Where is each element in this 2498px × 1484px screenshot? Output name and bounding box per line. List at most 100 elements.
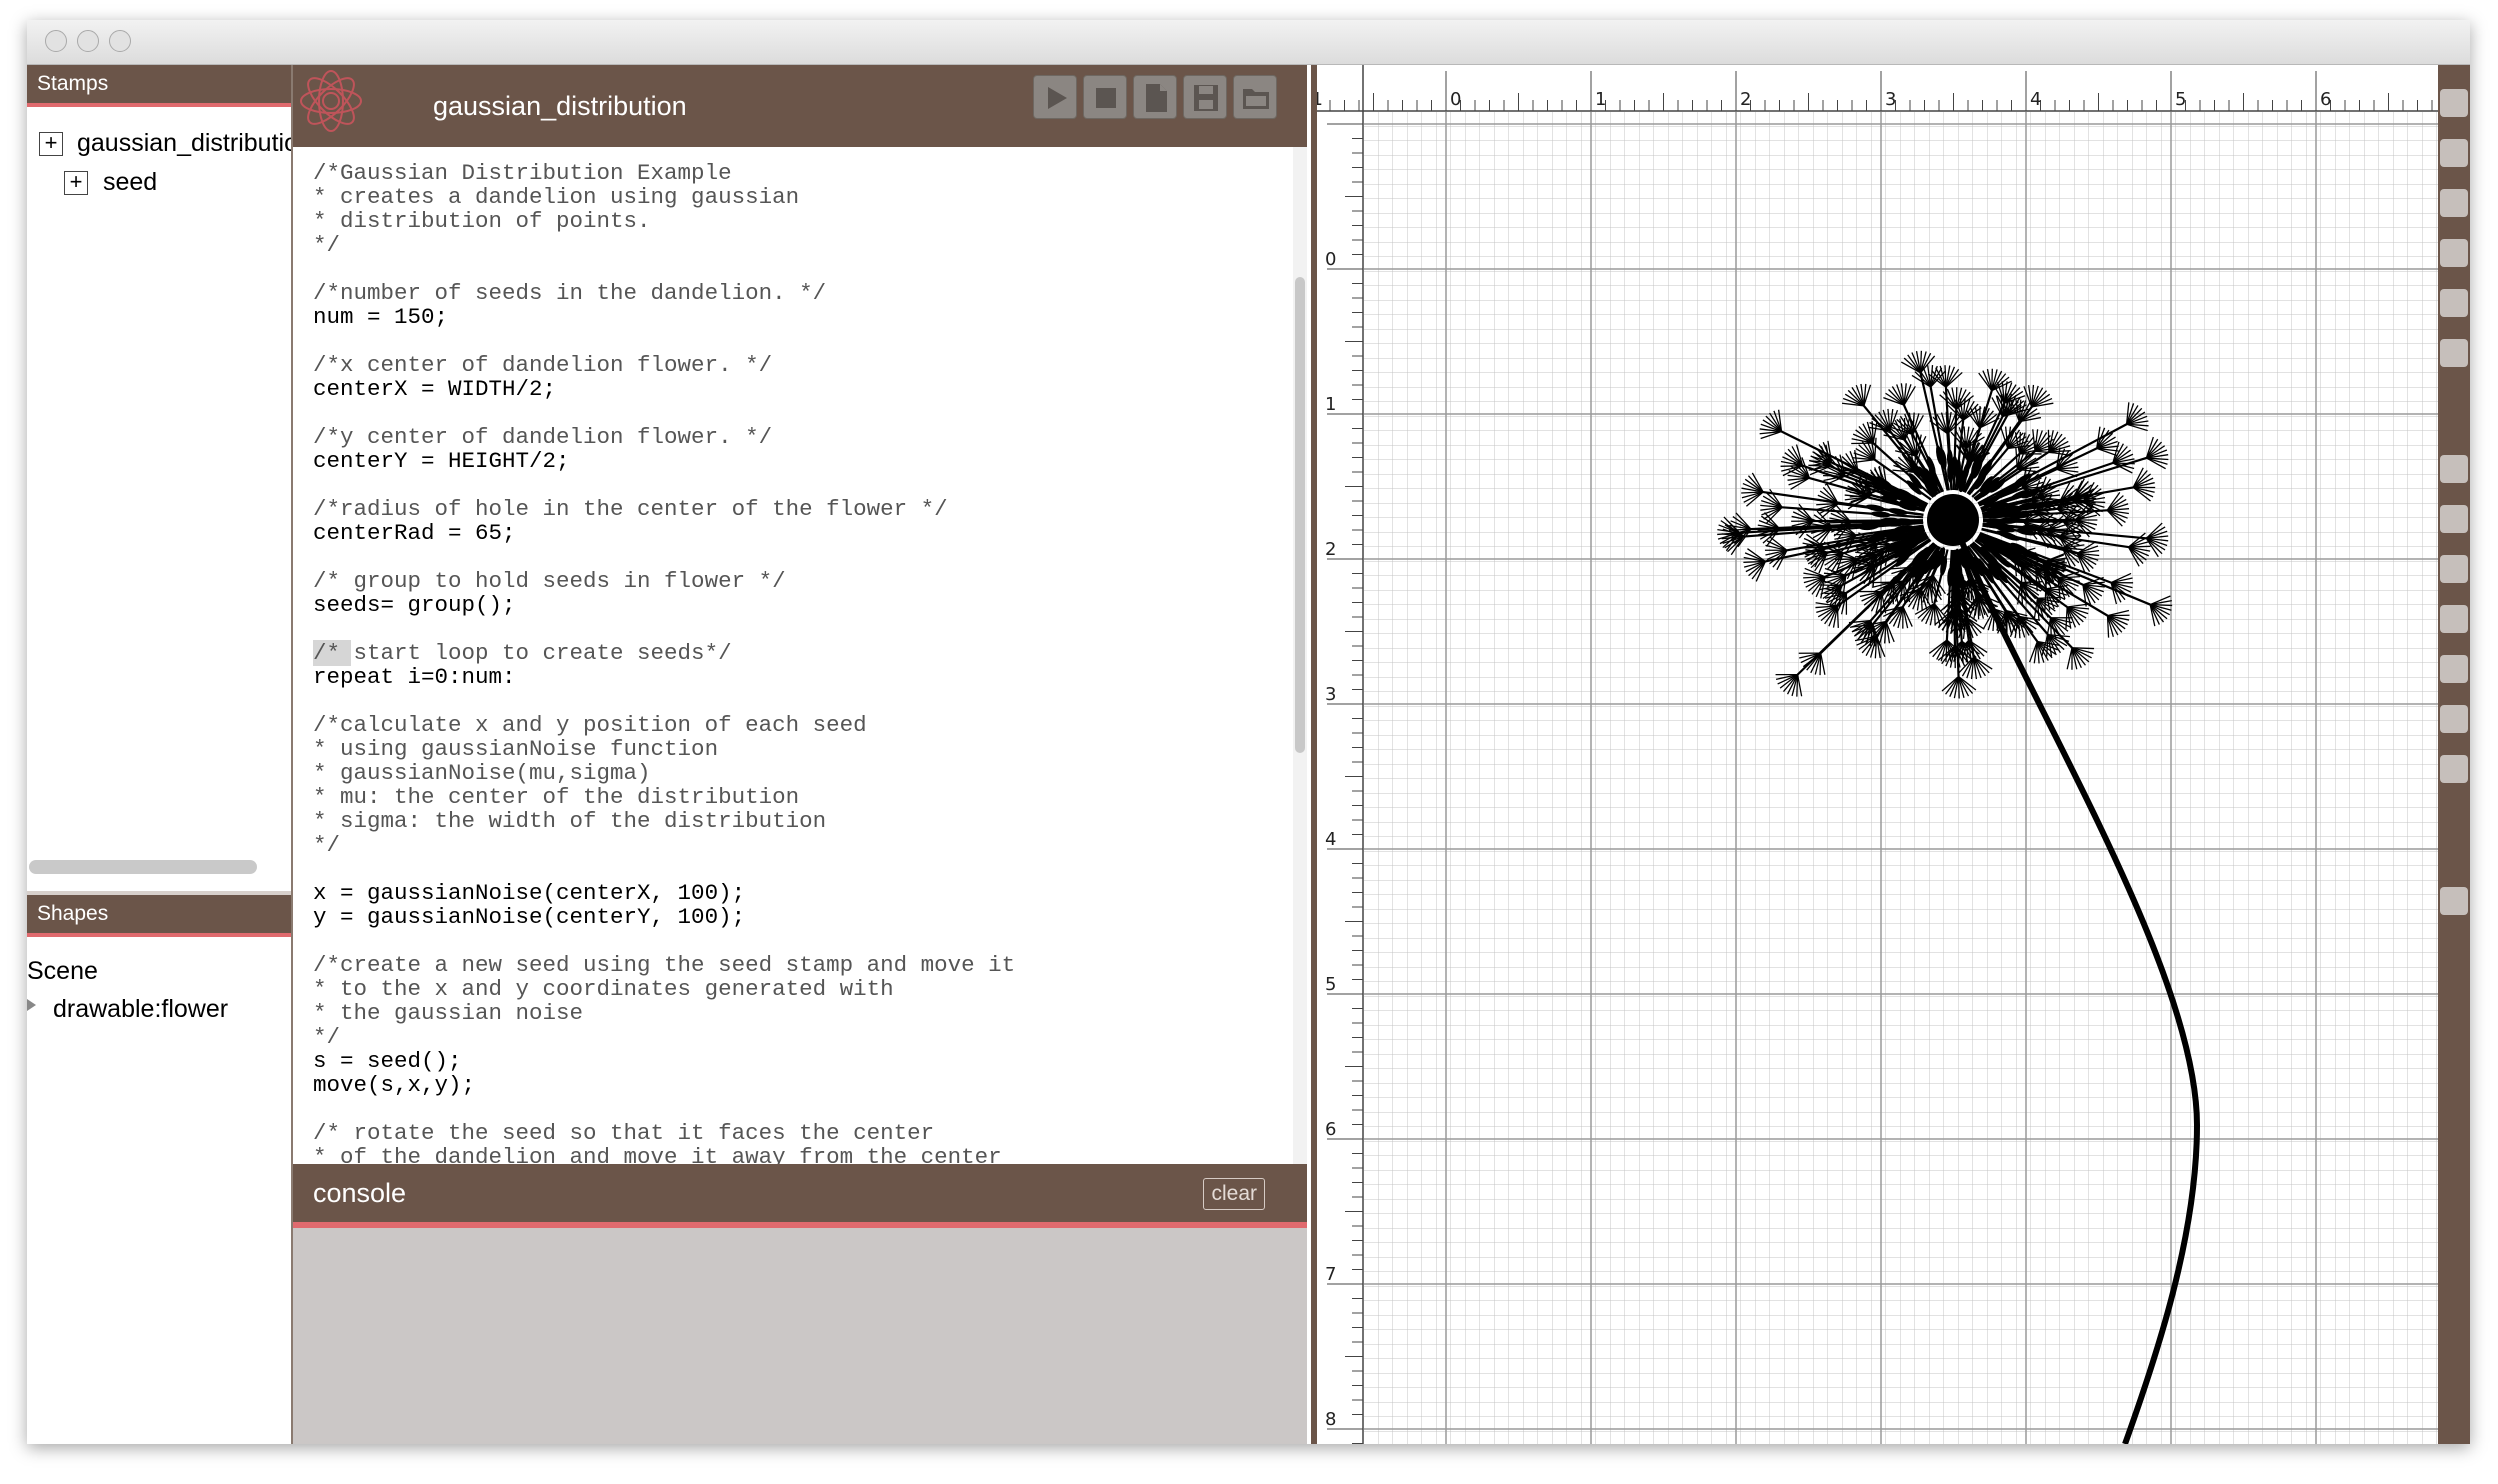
left-ruler-label: 6	[1325, 1119, 1336, 1140]
shape-item-drawable-flower[interactable]: drawable:flower	[53, 995, 228, 1024]
drawing-canvas[interactable]: -1 0 1 2 3 4 5 6 0 1 2 3 4 5 6 7 8	[1317, 65, 2438, 1444]
code-line[interactable]: */	[313, 1024, 340, 1050]
code-line[interactable]: /* start loop to create seeds*/	[313, 640, 732, 666]
play-icon	[1048, 87, 1067, 109]
scene-label: Scene	[27, 957, 98, 985]
code-text-area[interactable]: /*Gaussian Distribution Example * create…	[293, 147, 1293, 1164]
code-line[interactable]: /*y center of dandelion flower. */	[313, 424, 772, 450]
code-scroll-thumb[interactable]	[1295, 277, 1305, 753]
editor-header: gaussian_distribution	[293, 65, 1307, 147]
code-line[interactable]: /* group to hold seeds in flower */	[313, 568, 786, 594]
code-line[interactable]: /*x center of dandelion flower. */	[313, 352, 772, 378]
left-ruler-label: 4	[1325, 829, 1336, 850]
new-file-icon	[1146, 84, 1167, 112]
target-icon[interactable]	[2440, 239, 2468, 267]
polygon-icon[interactable]	[2440, 555, 2468, 583]
console-header: console clear	[293, 1164, 1307, 1222]
ellipse-icon[interactable]	[2440, 505, 2468, 533]
hand-icon[interactable]	[2440, 139, 2468, 167]
code-line[interactable]: y = gaussianNoise(centerY, 100);	[313, 904, 745, 930]
close-window-button[interactable]	[45, 30, 67, 52]
drawing-canvas-panel: -1 0 1 2 3 4 5 6 0 1 2 3 4 5 6 7 8	[1311, 65, 2438, 1444]
tool-palette	[2438, 65, 2470, 1444]
left-ruler-label: 2	[1325, 539, 1336, 560]
disclosure-triangle-icon[interactable]	[27, 999, 36, 1011]
code-line[interactable]: centerRad = 65;	[313, 520, 516, 546]
code-line[interactable]: /* rotate the seed so that it faces the …	[313, 1120, 934, 1146]
pen-icon[interactable]	[2440, 755, 2468, 783]
top-ruler-label: 3	[1885, 89, 1896, 110]
left-ruler-label: 3	[1325, 684, 1336, 705]
app-window: Stamps + gaussian_distribution + seed Sh…	[27, 20, 2470, 1444]
rectangle-icon[interactable]	[2440, 455, 2468, 483]
code-line[interactable]: centerX = WIDTH/2;	[313, 376, 556, 402]
star-icon[interactable]	[2440, 705, 2468, 733]
code-line[interactable]: /*Gaussian Distribution Example	[313, 160, 732, 186]
curve-icon[interactable]	[2440, 655, 2468, 683]
code-line[interactable]: /*number of seeds in the dandelion. */	[313, 280, 826, 306]
code-vertical-scrollbar[interactable]	[1293, 147, 1307, 1164]
code-line[interactable]: * the gaussian noise	[313, 1000, 583, 1026]
print-icon[interactable]	[2440, 887, 2468, 915]
save-icon	[1194, 85, 1218, 111]
seed-tuft	[1933, 603, 1936, 626]
zoom-icon[interactable]	[2440, 189, 2468, 217]
flower-logo-icon	[300, 70, 362, 132]
top-ruler-label: 0	[1450, 89, 1461, 110]
save-button[interactable]	[1183, 75, 1227, 119]
grid-icon[interactable]	[2440, 289, 2468, 317]
code-line[interactable]: * distribution of points.	[313, 208, 651, 234]
left-ruler-label: 1	[1325, 394, 1336, 415]
top-ruler-label: 5	[2175, 89, 2186, 110]
code-line[interactable]: s = seed();	[313, 1048, 462, 1074]
zoom-window-button[interactable]	[109, 30, 131, 52]
code-line[interactable]: * to the x and y coordinates generated w…	[313, 976, 894, 1002]
frame-icon[interactable]	[2440, 339, 2468, 367]
code-line[interactable]: * mu: the center of the distribution	[313, 784, 799, 810]
code-line[interactable]: move(s,x,y);	[313, 1072, 475, 1098]
left-ruler-label: 5	[1325, 974, 1336, 995]
shapes-accent-line	[27, 933, 291, 937]
minimize-window-button[interactable]	[77, 30, 99, 52]
top-ruler-label: 1	[1595, 89, 1606, 110]
title-bar	[27, 20, 2470, 65]
code-line[interactable]: /*calculate x and y position of each see…	[313, 712, 867, 738]
code-line[interactable]: */	[313, 232, 340, 258]
code-line[interactable]: * creates a dandelion using gaussian	[313, 184, 799, 210]
code-line[interactable]: seeds= group();	[313, 592, 516, 618]
code-line[interactable]: * gaussianNoise(mu,sigma)	[313, 760, 651, 786]
code-line[interactable]: * using gaussianNoise function	[313, 736, 718, 762]
code-line[interactable]: /*create a new seed using the seed stamp…	[313, 952, 1015, 978]
code-content[interactable]: /*Gaussian Distribution Example * create…	[293, 147, 1293, 1164]
stamps-horizontal-scrollbar[interactable]	[29, 860, 257, 874]
seed-tuft	[2049, 617, 2052, 640]
open-folder-icon	[1243, 89, 1269, 109]
seed-tuft	[2128, 545, 2151, 548]
run-button[interactable]	[1033, 75, 1077, 119]
expand-seed-button[interactable]: +	[64, 171, 88, 195]
code-line[interactable]: * of the dandelion and move it away from…	[313, 1144, 1002, 1164]
code-line[interactable]: * sigma: the width of the distribution	[313, 808, 826, 834]
code-line[interactable]: */	[313, 832, 340, 858]
line-icon[interactable]	[2440, 605, 2468, 633]
code-line[interactable]: repeat i=0:num:	[313, 664, 516, 690]
seed-tuft	[1836, 605, 1839, 628]
stamps-accent-line	[27, 103, 291, 107]
stamp-item-gaussian-distribution[interactable]: gaussian_distribution	[77, 129, 291, 158]
shapes-panel-header: Shapes	[27, 895, 291, 933]
code-line[interactable]: num = 150;	[313, 304, 448, 330]
open-folder-button[interactable]	[1233, 75, 1277, 119]
top-ruler-label: -1	[1317, 89, 1323, 110]
code-line[interactable]: centerY = HEIGHT/2;	[313, 448, 570, 474]
console-output[interactable]	[293, 1228, 1307, 1444]
code-line[interactable]: /*radius of hole in the center of the fl…	[313, 496, 948, 522]
console-title: console	[313, 1178, 407, 1208]
top-ruler-label: 6	[2320, 89, 2331, 110]
code-line[interactable]: x = gaussianNoise(centerX, 100);	[313, 880, 745, 906]
stamp-item-seed[interactable]: seed	[103, 168, 157, 197]
stop-button[interactable]	[1083, 75, 1127, 119]
new-file-button[interactable]	[1133, 75, 1177, 119]
select-arrow-icon[interactable]	[2440, 89, 2468, 117]
clear-console-button[interactable]: clear	[1203, 1178, 1265, 1210]
expand-gaussian-distribution-button[interactable]: +	[39, 132, 63, 156]
